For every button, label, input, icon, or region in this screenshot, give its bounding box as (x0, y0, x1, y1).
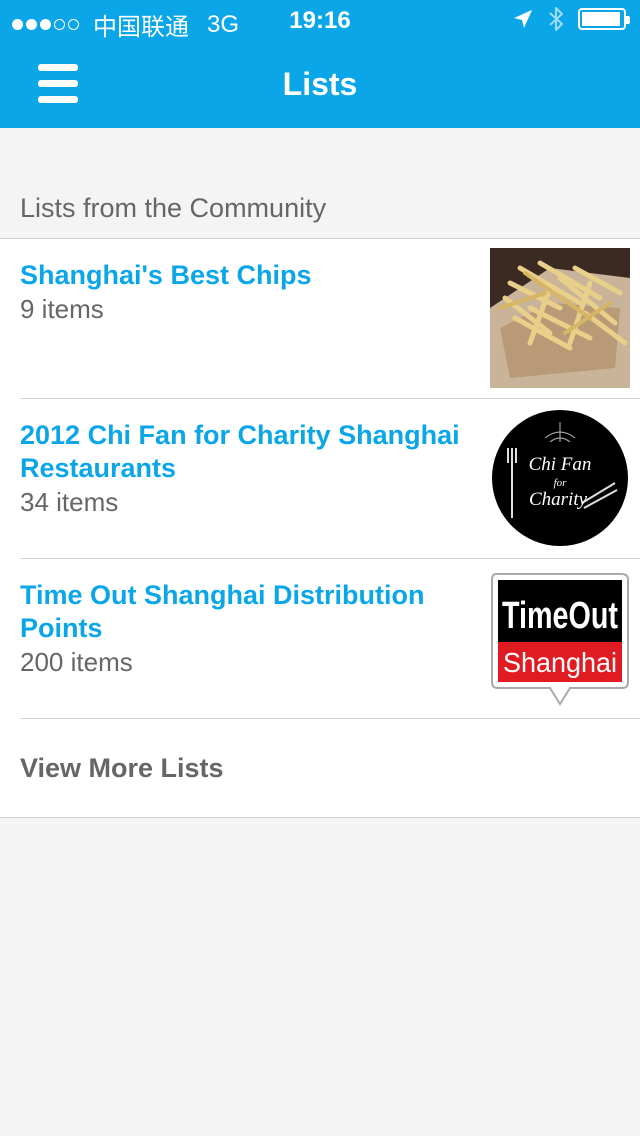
list-item-count: 9 items (20, 294, 104, 324)
list-item-text: Shanghai's Best Chips 9 items (20, 259, 480, 326)
page-title: Lists (282, 66, 358, 102)
list-item[interactable]: Shanghai's Best Chips 9 items (0, 239, 640, 399)
list-item-title[interactable]: Time Out Shanghai Distribution Points (20, 579, 480, 645)
list-item-title[interactable]: 2012 Chi Fan for Charity Shanghai Restau… (20, 419, 480, 485)
list-item[interactable]: Time Out Shanghai Distribution Points 20… (0, 559, 640, 719)
community-lists: Shanghai's Best Chips 9 items 2012 Chi F… (0, 238, 640, 818)
status-right (512, 6, 630, 32)
list-item-text: 2012 Chi Fan for Charity Shanghai Restau… (20, 419, 480, 519)
view-more-lists-button[interactable]: View More Lists (0, 719, 640, 817)
list-item-count: 200 items (20, 647, 133, 677)
list-item-title[interactable]: Shanghai's Best Chips (20, 259, 480, 292)
time-out-shanghai-logo: TimeOut Shanghai (491, 573, 629, 706)
logo-text-line: Charity (529, 489, 588, 510)
logo-text-line: TimeOut (502, 595, 618, 637)
logo-text-line: Shanghai (503, 647, 617, 678)
bluetooth-icon (549, 7, 563, 31)
battery-icon (578, 8, 630, 30)
location-arrow-icon (514, 10, 532, 28)
logo-text-line: Chi Fan (529, 454, 592, 475)
status-bar: 中国联通 3G 19:16 (0, 0, 640, 41)
list-item-count: 34 items (20, 487, 119, 517)
top-bar: 中国联通 3G 19:16 Lists (0, 0, 640, 128)
navigation-bar: Lists (0, 40, 640, 128)
list-item[interactable]: 2012 Chi Fan for Charity Shanghai Restau… (0, 399, 640, 559)
list-item-text: Time Out Shanghai Distribution Points 20… (20, 579, 480, 679)
section-header: Lists from the Community (20, 193, 327, 223)
chi-fan-for-charity-logo: Chi Fan for Charity (492, 410, 628, 546)
logo-text-line: for (554, 477, 568, 489)
battery-level (582, 12, 620, 26)
fries-photo-thumbnail (490, 248, 630, 388)
view-more-lists-label: View More Lists (20, 753, 224, 783)
